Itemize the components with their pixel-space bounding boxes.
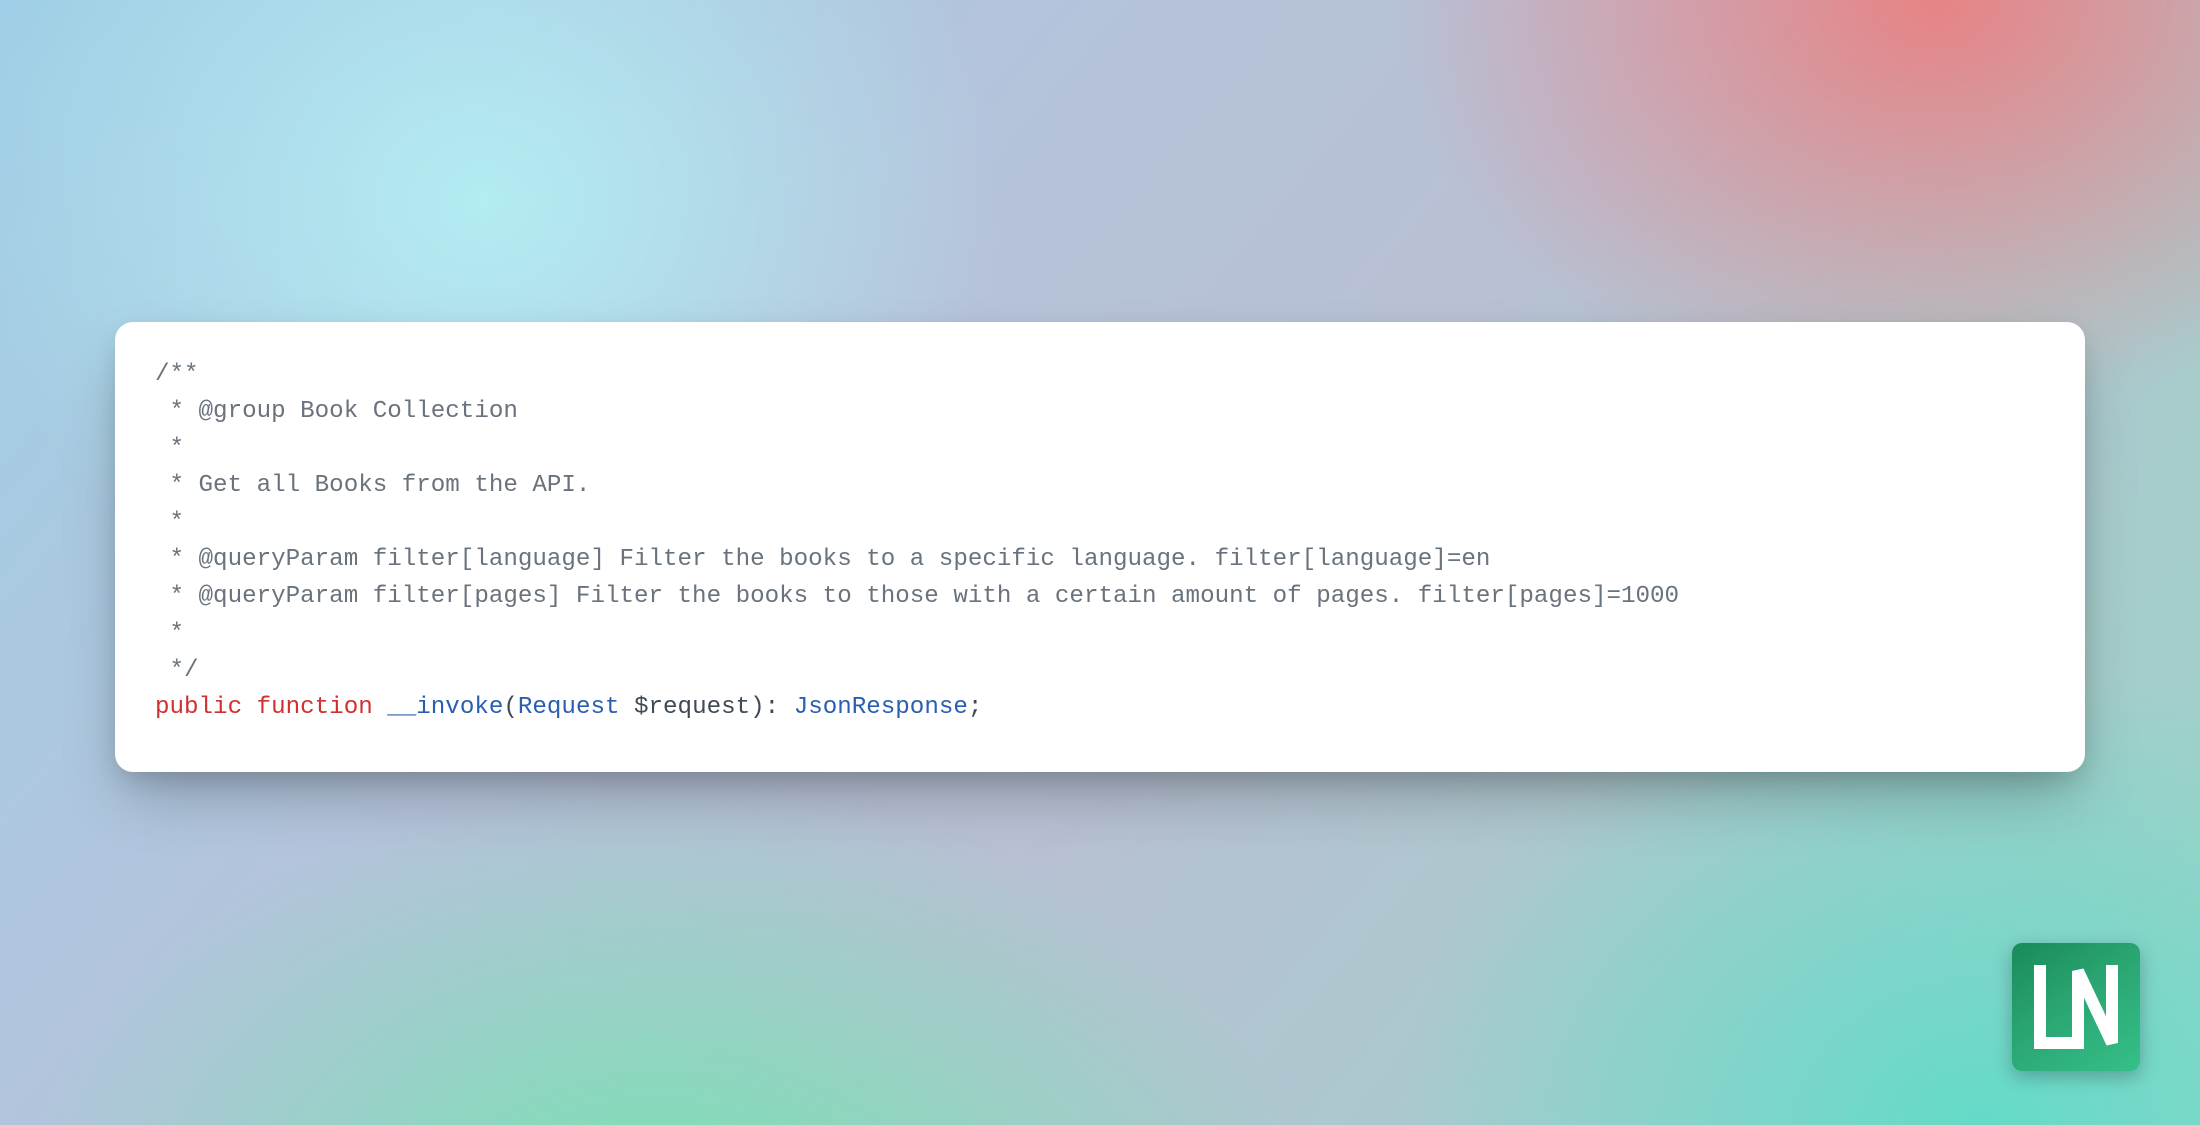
brand-logo <box>2012 943 2140 1071</box>
docblock-description: * Get all Books from the API. <box>155 472 590 499</box>
code-block: /** * @group Book Collection * * Get all… <box>155 356 2045 726</box>
function-name: __invoke <box>387 694 503 721</box>
docblock-queryparam-pages: * @queryParam filter[pages] Filter the b… <box>155 583 1679 610</box>
return-colon: : <box>765 694 780 721</box>
docblock-open: /** <box>155 361 199 388</box>
paren-close: ) <box>750 694 765 721</box>
param-variable: $request <box>634 694 750 721</box>
keyword-function: function <box>257 694 373 721</box>
docblock-close: */ <box>155 657 199 684</box>
docblock-queryparam-language: * @queryParam filter[language] Filter th… <box>155 546 1490 573</box>
code-card: /** * @group Book Collection * * Get all… <box>115 322 2085 772</box>
keyword-public: public <box>155 694 242 721</box>
docblock-blank: * <box>155 620 184 647</box>
return-type: JsonResponse <box>794 694 968 721</box>
paren-open: ( <box>503 694 518 721</box>
semicolon: ; <box>968 694 983 721</box>
docblock-group: * @group Book Collection <box>155 398 518 425</box>
param-type: Request <box>518 694 620 721</box>
ln-icon <box>2026 957 2126 1057</box>
docblock-blank: * <box>155 509 184 536</box>
docblock-blank: * <box>155 435 184 462</box>
